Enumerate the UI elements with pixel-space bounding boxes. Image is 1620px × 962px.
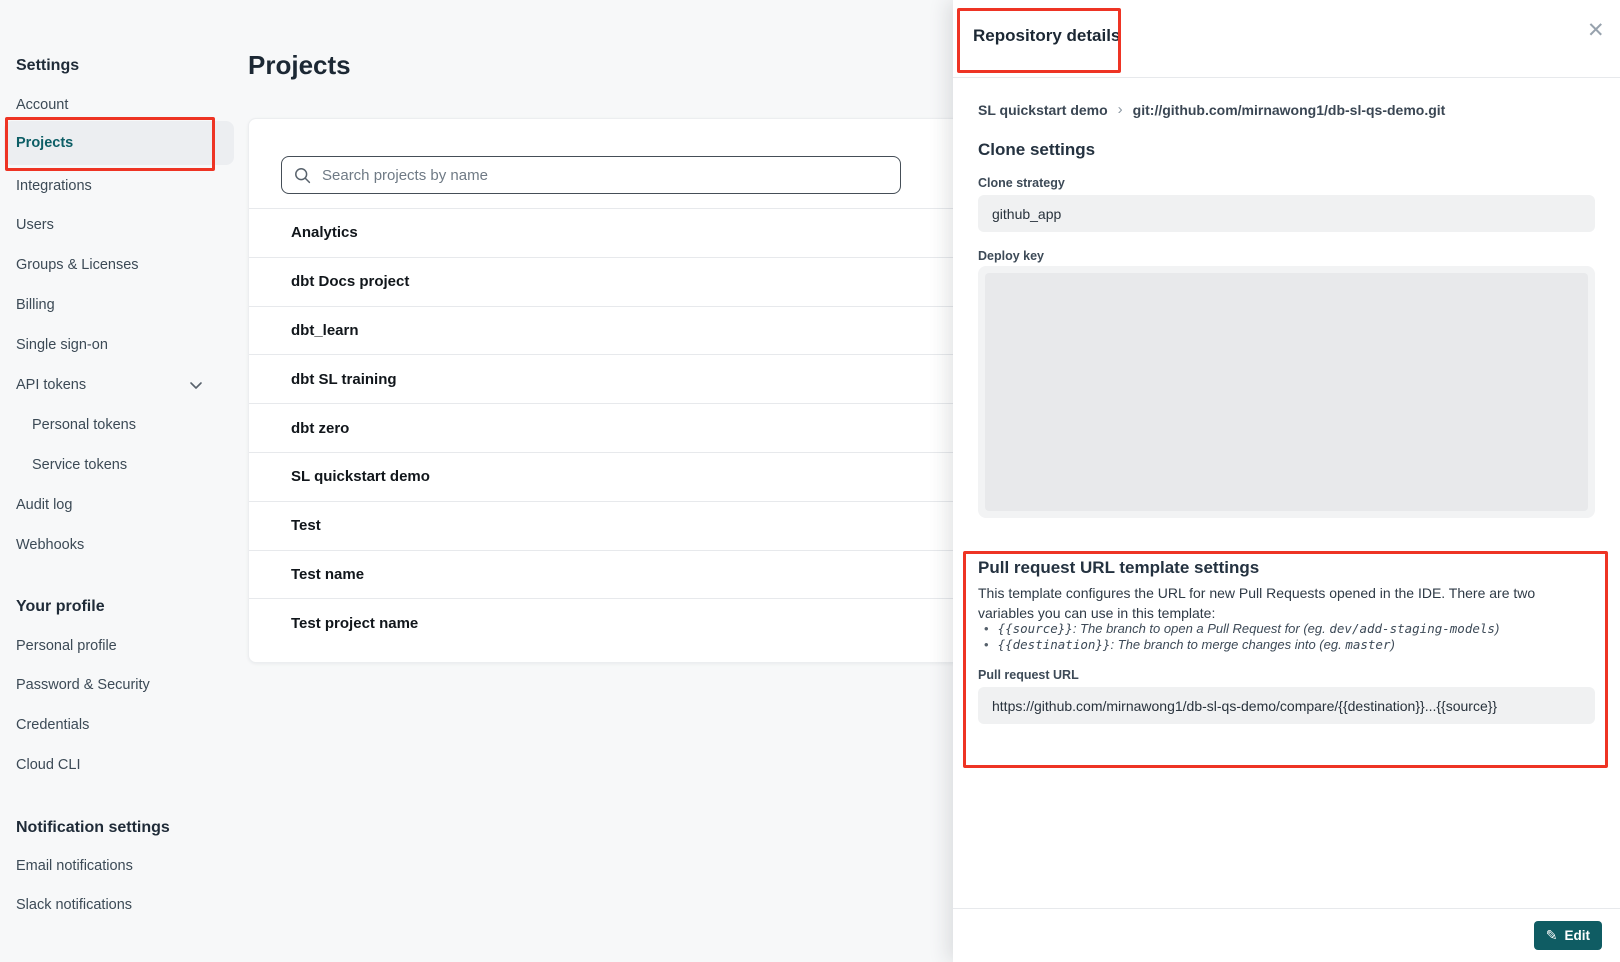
sidebar-heading-notification-settings: Notification settings	[0, 813, 240, 843]
sidebar-item-integrations[interactable]: Integrations	[0, 171, 240, 201]
sidebar-item-service-tokens[interactable]: Service tokens	[0, 450, 240, 480]
pr-variable-destination-code: {{destination}}	[998, 637, 1111, 652]
pr-template-heading: Pull request URL template settings	[978, 558, 1259, 578]
deploy-key-field	[978, 266, 1595, 518]
pr-variable-source-code: {{source}}	[998, 621, 1073, 636]
breadcrumb: SL quickstart demo › git://github.com/mi…	[978, 101, 1445, 118]
edit-button[interactable]: ✎ Edit	[1534, 921, 1602, 950]
sidebar-item-credentials[interactable]: Credentials	[0, 710, 240, 740]
edit-button-label: Edit	[1565, 928, 1591, 943]
deploy-key-value-redacted	[985, 273, 1588, 511]
pull-request-url-field: https://github.com/mirnawong1/db-sl-qs-d…	[978, 687, 1595, 724]
sidebar-item-projects[interactable]: Projects	[4, 121, 234, 165]
drawer-header-divider	[953, 77, 1620, 78]
breadcrumb-separator-icon: ›	[1118, 101, 1123, 118]
pr-template-variables: {{source}}: The branch to open a Pull Re…	[978, 621, 1588, 653]
pr-variable-source-example: dev/add-staging-models	[1329, 621, 1495, 636]
sidebar-item-users[interactable]: Users	[0, 210, 240, 240]
clone-strategy-field: github_app	[978, 195, 1595, 232]
app-root: Settings Account Projects Integrations U…	[0, 0, 1620, 962]
sidebar-item-single-sign-on[interactable]: Single sign-on	[0, 330, 240, 360]
search-icon	[294, 167, 311, 184]
search-input[interactable]	[320, 166, 864, 185]
sidebar-item-personal-profile[interactable]: Personal profile	[0, 631, 240, 661]
pr-variable-source-close: )	[1495, 621, 1499, 636]
clone-strategy-value: github_app	[992, 206, 1061, 222]
pr-variable-source: {{source}}: The branch to open a Pull Re…	[978, 621, 1588, 637]
sidebar-item-webhooks[interactable]: Webhooks	[0, 530, 240, 560]
sidebar-item-email-notifications[interactable]: Email notifications	[0, 851, 240, 881]
pr-variable-destination-close: )	[1390, 637, 1394, 652]
breadcrumb-repo-url: git://github.com/mirnawong1/db-sl-qs-dem…	[1133, 102, 1446, 118]
pencil-icon: ✎	[1546, 927, 1558, 944]
project-search-box	[281, 156, 901, 194]
sidebar-item-password-security[interactable]: Password & Security	[0, 670, 240, 700]
pull-request-url-value: https://github.com/mirnawong1/db-sl-qs-d…	[992, 698, 1497, 714]
page-title: Projects	[248, 50, 351, 81]
drawer-title: Repository details	[973, 26, 1120, 46]
sidebar-item-account[interactable]: Account	[0, 90, 240, 120]
clone-settings-heading: Clone settings	[978, 140, 1095, 160]
close-icon[interactable]: ✕	[1587, 20, 1605, 41]
settings-sidebar: Settings Account Projects Integrations U…	[0, 0, 240, 962]
deploy-key-label: Deploy key	[978, 249, 1044, 263]
pr-variable-destination: {{destination}}: The branch to merge cha…	[978, 637, 1588, 653]
breadcrumb-project-name: SL quickstart demo	[978, 102, 1108, 118]
sidebar-item-api-tokens-label: API tokens	[16, 377, 86, 393]
sidebar-item-cloud-cli[interactable]: Cloud CLI	[0, 750, 240, 780]
clone-strategy-label: Clone strategy	[978, 176, 1065, 190]
sidebar-item-personal-tokens[interactable]: Personal tokens	[0, 410, 240, 440]
pr-variable-source-desc: : The branch to open a Pull Request for …	[1073, 621, 1330, 636]
pull-request-url-label: Pull request URL	[978, 668, 1079, 682]
sidebar-item-api-tokens[interactable]: API tokens	[0, 370, 240, 400]
chevron-down-icon[interactable]	[188, 370, 204, 400]
pr-variable-destination-desc: : The branch to merge changes into (eg.	[1110, 637, 1345, 652]
pr-variable-destination-example: master	[1345, 637, 1390, 652]
sidebar-item-audit-log[interactable]: Audit log	[0, 490, 240, 520]
drawer-footer: ✎ Edit	[953, 908, 1620, 962]
sidebar-heading-your-profile: Your profile	[0, 592, 240, 622]
sidebar-heading-settings: Settings	[0, 51, 240, 81]
sidebar-item-slack-notifications[interactable]: Slack notifications	[0, 890, 240, 920]
repository-details-drawer: Repository details ✕ SL quickstart demo …	[953, 0, 1620, 962]
sidebar-item-projects-label: Projects	[16, 135, 73, 151]
pr-template-description: This template configures the URL for new…	[978, 584, 1578, 623]
sidebar-item-billing[interactable]: Billing	[0, 290, 240, 320]
sidebar-item-groups-licenses[interactable]: Groups & Licenses	[0, 250, 240, 280]
